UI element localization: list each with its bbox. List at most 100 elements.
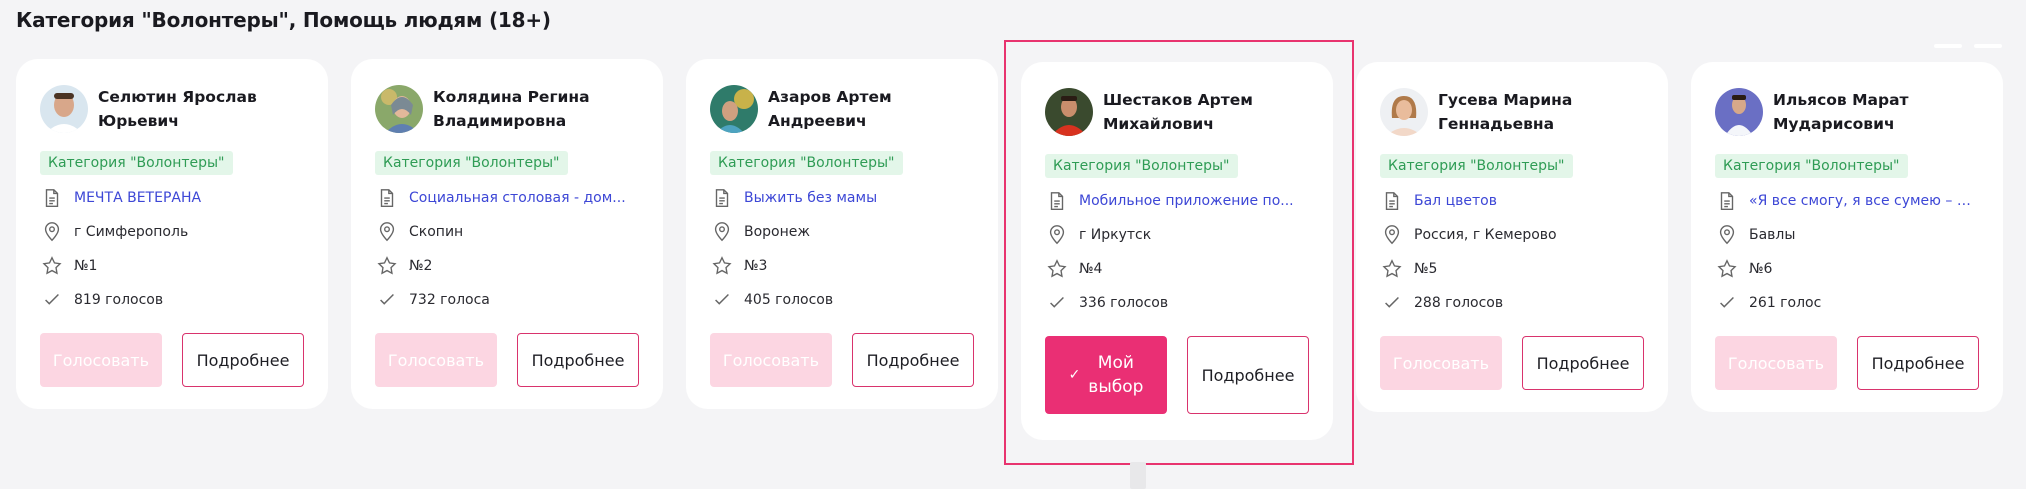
project-row: МЕЧТА ВЕТЕРАНА [40,181,304,215]
candidate-name-line2: Михайлович [1103,115,1214,133]
avatar [710,85,758,133]
document-icon [1380,189,1404,213]
candidate-name-line1: Азаров Артем Андреевич [768,88,892,130]
rank-text: №6 [1749,261,1773,277]
votes-row: 288 голосов [1380,286,1644,320]
section-title: Категория "Волонтеры", Помощь людям (18+… [16,8,551,32]
carousel-prev-control[interactable] [1934,44,1962,48]
document-icon [710,186,734,210]
candidate-name: Гусева Марина Геннадьевна [1438,88,1572,136]
details-button[interactable]: Подробнее [1187,336,1309,414]
rank-row: №3 [710,249,974,283]
vote-button[interactable]: Голосовать [1715,336,1837,390]
candidate-card-4: Шестаков Артем Михайлович Категория "Вол… [1021,62,1333,440]
candidate-header: Селютин Ярослав Юрьевич [40,81,304,137]
star-icon [1715,257,1739,281]
voting-page: Категория "Волонтеры", Помощь людям (18+… [0,0,2026,489]
rank-row: №2 [375,249,639,283]
candidate-name: Ильясов Марат Мударисович [1773,88,1909,136]
details-button[interactable]: Подробнее [1522,336,1644,390]
vote-button[interactable]: Голосовать [40,333,162,387]
star-icon [710,254,734,278]
city-text: г Иркутск [1079,227,1152,243]
checkmark-icon [375,288,399,312]
candidate-card-6: Ильясов Марат Мударисович Категория "Вол… [1691,62,2003,412]
scroll-indicator[interactable] [1130,462,1146,489]
candidate-header: Азаров Артем Андреевич [710,81,974,137]
project-link[interactable]: «Я все смогу, я все сумею – ина... [1749,193,1979,209]
votes-row: 405 голосов [710,283,974,317]
candidate-name-line2: Мударисович [1773,115,1895,133]
category-badge: Категория "Волонтеры" [710,151,903,175]
avatar [1715,88,1763,136]
category-badge: Категория "Волонтеры" [40,151,233,175]
project-link[interactable]: МЕЧТА ВЕТЕРАНА [74,190,201,206]
rank-text: №3 [744,258,768,274]
rank-text: №4 [1079,261,1103,277]
candidate-card-5: Гусева Марина Геннадьевна Категория "Вол… [1356,62,1668,412]
candidate-name: Шестаков Артем Михайлович [1103,88,1253,136]
votes-row: 336 голосов [1045,286,1309,320]
votes-text: 819 голосов [74,292,164,308]
candidate-header: Шестаков Артем Михайлович [1045,84,1309,140]
city-row: г Симферополь [40,215,304,249]
votes-text: 405 голосов [744,292,834,308]
votes-text: 732 голоса [409,292,490,308]
carousel-next-control[interactable] [1974,44,2002,48]
document-icon [1045,189,1069,213]
details-button[interactable]: Подробнее [517,333,639,387]
rank-text: №1 [74,258,98,274]
candidate-name-line1: Колядина Регина [433,88,590,106]
details-button[interactable]: Подробнее [1857,336,1979,390]
candidate-card-2: Колядина Регина Владимировна Категория "… [351,59,663,409]
city-text: Бавлы [1749,227,1796,243]
checkmark-icon [40,288,64,312]
details-button[interactable]: Подробнее [182,333,304,387]
project-row: Бал цветов [1380,184,1644,218]
votes-row: 819 голосов [40,283,304,317]
location-pin-icon [710,220,734,244]
my-choice-button[interactable]: ✓ Мой выбор [1045,336,1167,414]
city-text: г Симферополь [74,224,189,240]
candidate-name-line1: Селютин Ярослав [98,88,257,106]
avatar [40,85,88,133]
card-actions: Голосовать Подробнее [1380,336,1644,390]
location-pin-icon [1380,223,1404,247]
vote-button[interactable]: Голосовать [710,333,832,387]
vote-button[interactable]: Голосовать [1380,336,1502,390]
my-choice-line2: выбор [1088,377,1144,397]
card-actions: Голосовать Подробнее [1715,336,1979,390]
rank-row: №5 [1380,252,1644,286]
star-icon [375,254,399,278]
city-text: Воронеж [744,224,811,240]
candidate-card-3: Азаров Артем Андреевич Категория "Волонт… [686,59,998,409]
votes-text: 336 голосов [1079,295,1169,311]
candidate-card-1: Селютин Ярослав Юрьевич Категория "Волон… [16,59,328,409]
location-pin-icon [40,220,64,244]
checkmark-icon: ✓ [1068,367,1081,383]
location-pin-icon [375,220,399,244]
rank-text: №2 [409,258,433,274]
avatar [375,85,423,133]
avatar [1380,88,1428,136]
candidate-header: Гусева Марина Геннадьевна [1380,84,1644,140]
vote-button[interactable]: Голосовать [375,333,497,387]
rank-text: №5 [1414,261,1438,277]
project-link[interactable]: Бал цветов [1414,193,1497,209]
star-icon [1045,257,1069,281]
candidate-name-line2: Владимировна [433,112,567,130]
category-badge: Категория "Волонтеры" [375,151,568,175]
project-link[interactable]: Социальная столовая - дом... [409,190,626,206]
checkmark-icon [1715,291,1739,315]
project-link[interactable]: Мобильное приложение по... [1079,193,1294,209]
category-badge: Категория "Волонтеры" [1380,154,1573,178]
rank-row: №4 [1045,252,1309,286]
details-button[interactable]: Подробнее [852,333,974,387]
city-row: Воронеж [710,215,974,249]
city-row: Россия, г Кемерово [1380,218,1644,252]
category-badge: Категория "Волонтеры" [1715,154,1908,178]
project-link[interactable]: Выжить без мамы [744,190,877,206]
candidate-header: Ильясов Марат Мударисович [1715,84,1979,140]
city-row: Скопин [375,215,639,249]
candidate-name-line1: Гусева Марина [1438,91,1573,109]
